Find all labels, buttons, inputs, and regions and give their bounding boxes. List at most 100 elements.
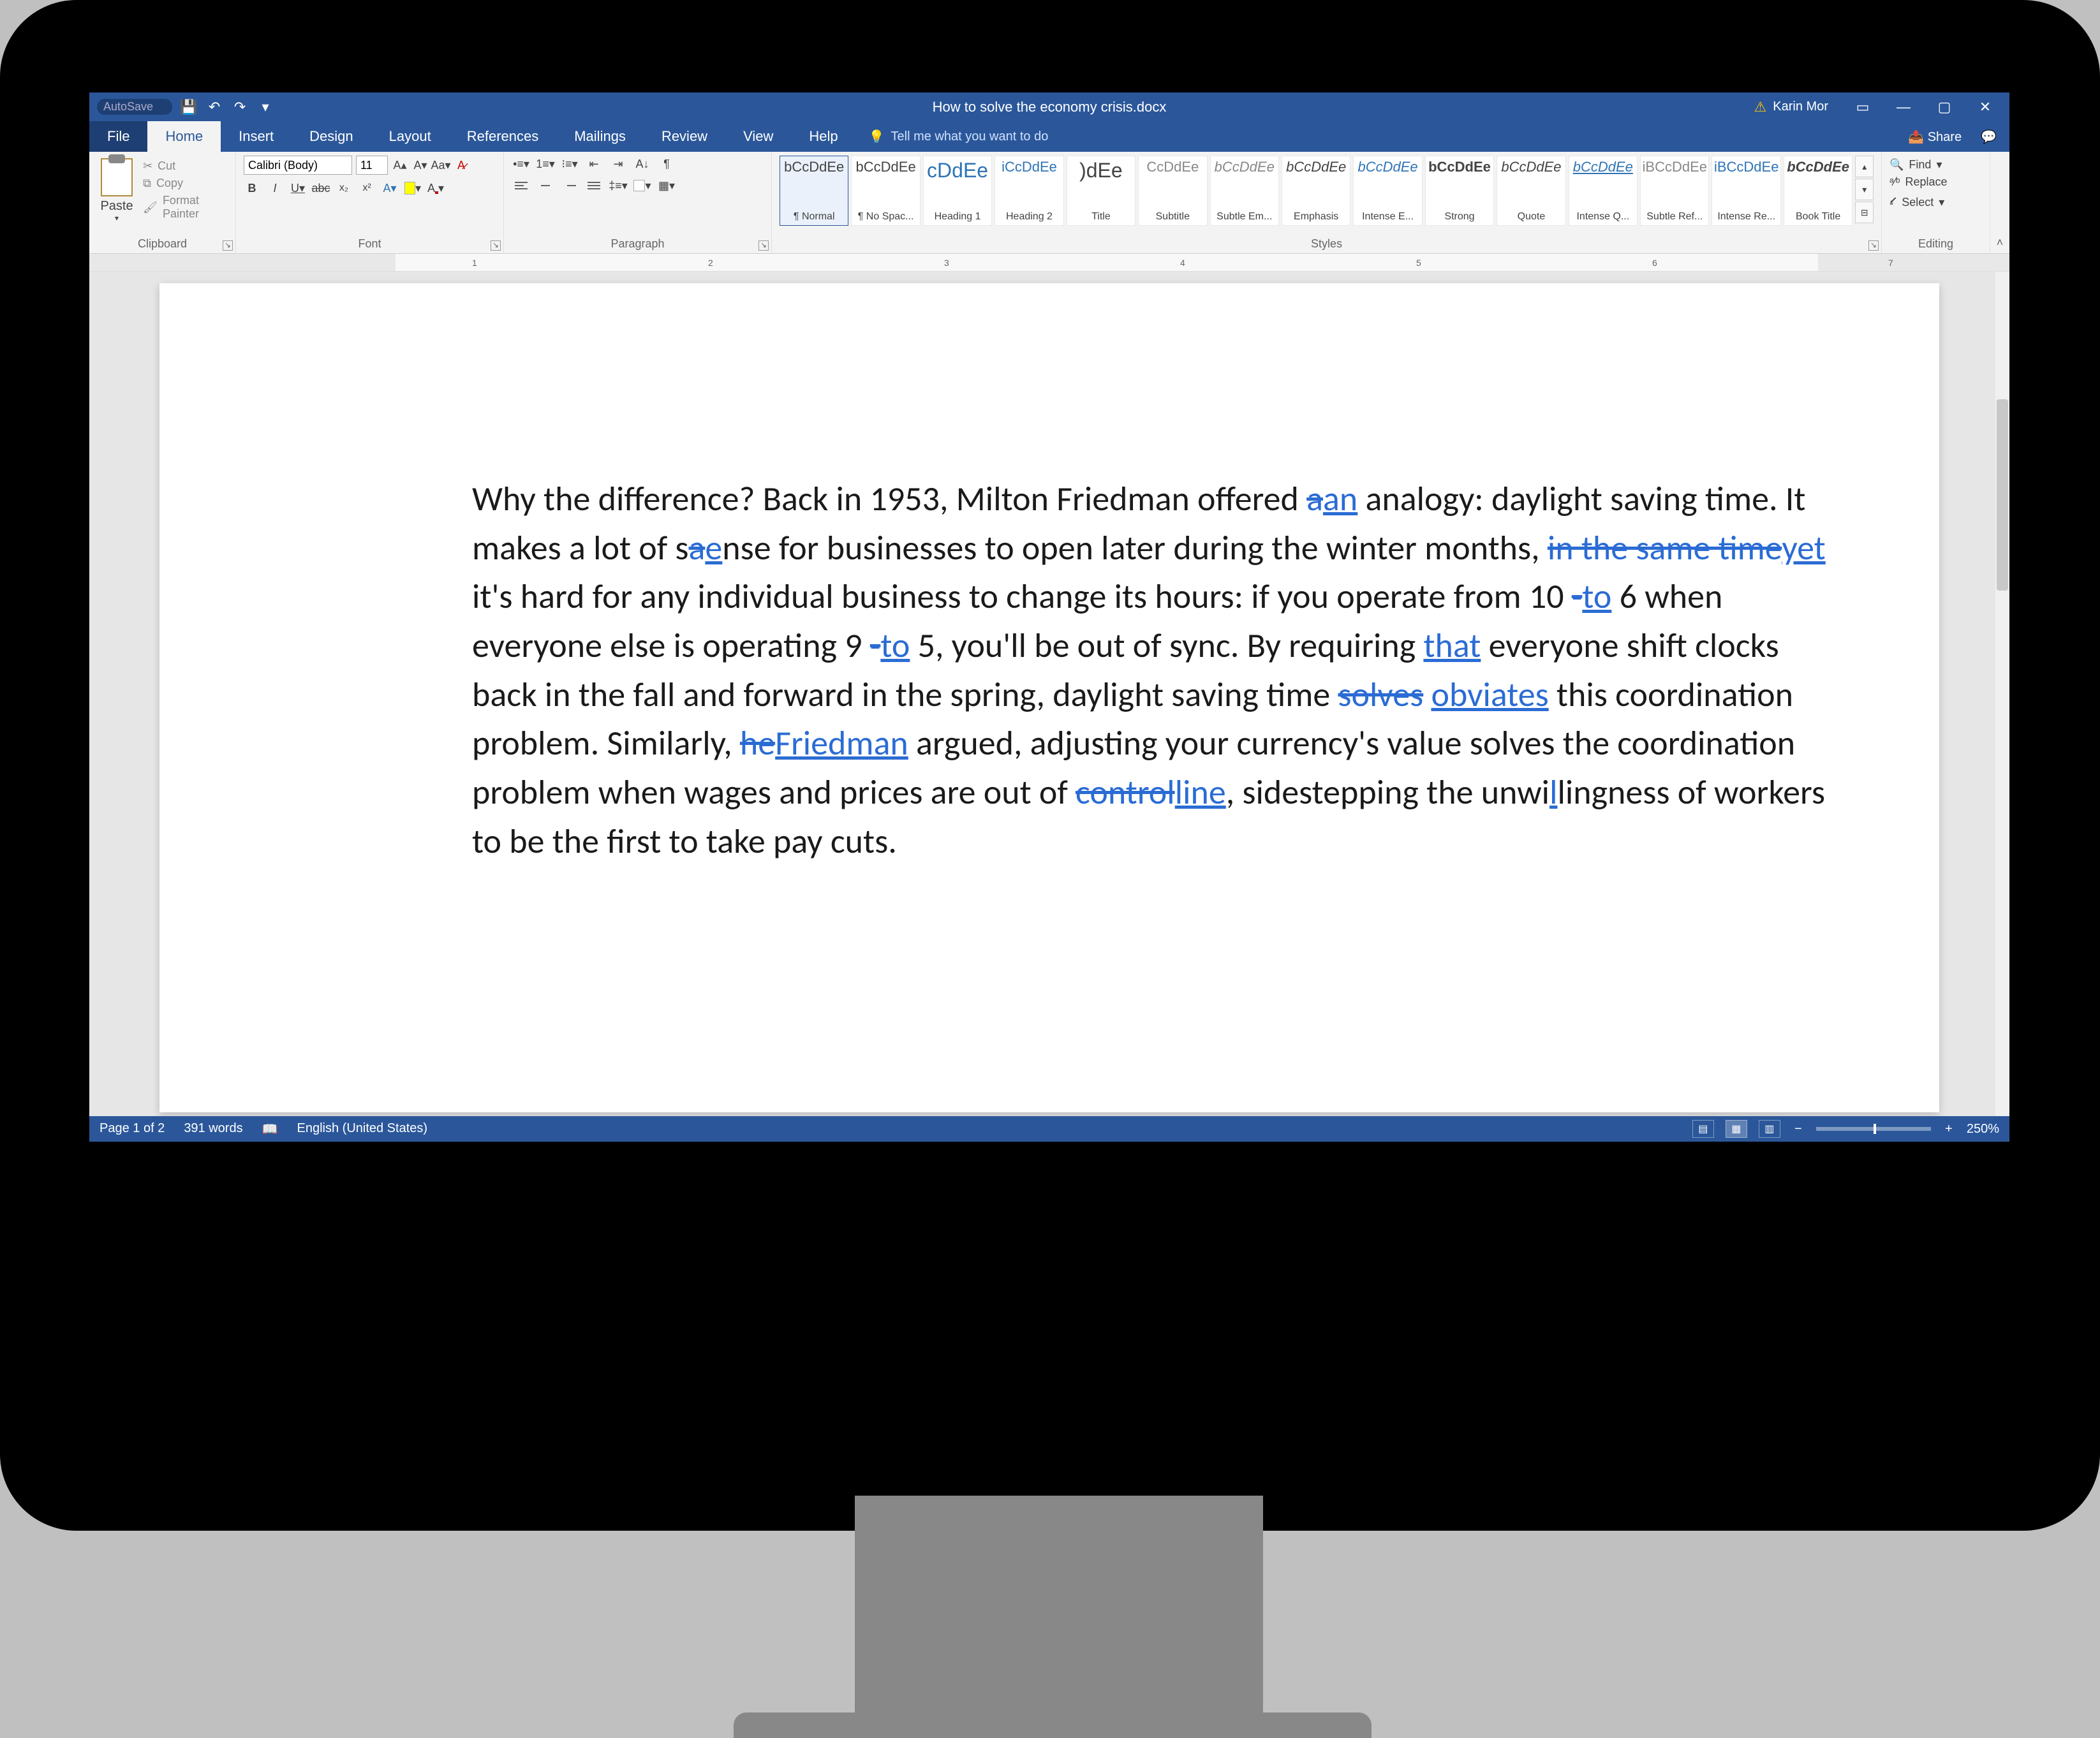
format-painter-button[interactable]: 🖌Format Painter (143, 194, 228, 221)
tab-file[interactable]: File (89, 121, 147, 152)
font-launcher[interactable]: ↘ (491, 240, 501, 251)
font-color-button[interactable]: A▾ (427, 180, 444, 196)
word-count-status[interactable]: 391 words (184, 1121, 242, 1137)
highlight-button[interactable]: ▾ (404, 180, 421, 196)
select-button[interactable]: ⭹Select ▾ (1889, 193, 1982, 212)
strikethrough-button[interactable]: abc (313, 180, 329, 196)
vertical-scrollbar[interactable] (1995, 272, 2009, 1116)
redo-icon[interactable]: ↷ (231, 99, 249, 115)
web-layout-button[interactable]: ▥ (1759, 1120, 1780, 1138)
underline-button[interactable]: U▾ (290, 180, 306, 196)
styles-gallery[interactable]: bCcDdEe¶ NormalbCcDdEe¶ No Spac...cDdEeH… (780, 156, 1852, 226)
multilevel-list-button[interactable]: ⁝≡▾ (560, 156, 579, 172)
undo-icon[interactable]: ↶ (205, 99, 223, 115)
shrink-font-button[interactable]: A▾ (412, 157, 429, 173)
tab-view[interactable]: View (725, 121, 791, 152)
increase-indent-button[interactable]: ⇥ (609, 156, 628, 172)
align-left-button[interactable] (512, 177, 531, 194)
comments-icon[interactable]: 💬 (1981, 129, 1997, 145)
user-name[interactable]: Karin Mor (1773, 99, 1828, 114)
clear-formatting-button[interactable]: A̷ (453, 157, 470, 173)
zoom-slider[interactable] (1816, 1127, 1931, 1131)
tell-me-search[interactable]: 💡 Tell me what you want to do (869, 121, 1049, 152)
qat-customize-icon[interactable]: ▾ (256, 99, 274, 115)
style--normal[interactable]: bCcDdEe¶ Normal (780, 156, 848, 226)
tab-mailings[interactable]: Mailings (556, 121, 644, 152)
show-marks-button[interactable]: ¶ (657, 156, 676, 172)
close-button[interactable]: ✕ (1966, 92, 2004, 121)
print-layout-button[interactable]: ▦ (1726, 1120, 1747, 1138)
tab-references[interactable]: References (449, 121, 557, 152)
style-title[interactable]: )dEeTitle (1067, 156, 1135, 226)
tab-home[interactable]: Home (147, 121, 221, 152)
italic-button[interactable]: I (267, 180, 283, 196)
align-right-button[interactable] (560, 177, 579, 194)
style-heading-1[interactable]: cDdEeHeading 1 (923, 156, 992, 226)
maximize-button[interactable]: ▢ (1925, 92, 1963, 121)
tab-insert[interactable]: Insert (221, 121, 292, 152)
read-mode-button[interactable]: ▤ (1692, 1120, 1714, 1138)
borders-button[interactable]: ▦▾ (657, 177, 676, 194)
tab-review[interactable]: Review (644, 121, 725, 152)
style-quote[interactable]: bCcDdEeQuote (1497, 156, 1565, 226)
decrease-indent-button[interactable]: ⇤ (584, 156, 603, 172)
zoom-out-button[interactable]: − (1792, 1122, 1805, 1137)
style-subtle-em-[interactable]: bCcDdEeSubtle Em... (1210, 156, 1279, 226)
tab-design[interactable]: Design (292, 121, 371, 152)
paste-button[interactable]: Paste ▾ (97, 156, 137, 237)
tab-layout[interactable]: Layout (371, 121, 449, 152)
minimize-button[interactable]: — (1884, 92, 1923, 121)
zoom-slider-thumb[interactable] (1874, 1124, 1876, 1134)
style-subtle-ref-[interactable]: iBCcDdEeSubtle Ref... (1640, 156, 1709, 226)
horizontal-ruler[interactable]: 1234567 (89, 254, 2009, 272)
ribbon-display-options-icon[interactable]: ▭ (1844, 92, 1882, 121)
style-book-title[interactable]: bCcDdEeBook Title (1784, 156, 1852, 226)
zoom-level[interactable]: 250% (1967, 1122, 1999, 1137)
sort-button[interactable]: A↓ (633, 156, 652, 172)
save-icon[interactable]: 💾 (180, 99, 198, 115)
bullets-button[interactable]: •≡▾ (512, 156, 531, 172)
replace-button[interactable]: ᵃ⁄ᵇReplace (1889, 175, 1982, 189)
style-subtitle[interactable]: CcDdEeSubtitle (1138, 156, 1207, 226)
document-area[interactable]: Why the difference? Back in 1953, Milton… (89, 272, 2009, 1116)
cut-button[interactable]: ✂Cut (143, 159, 228, 173)
numbering-button[interactable]: 1≡▾ (536, 156, 555, 172)
line-spacing-button[interactable]: ‡≡▾ (609, 177, 628, 194)
align-center-button[interactable] (536, 177, 555, 194)
language-status[interactable]: English (United States) (297, 1121, 428, 1137)
change-case-button[interactable]: Aa▾ (433, 157, 449, 173)
style-intense-re-[interactable]: iBCcDdEeIntense Re... (1712, 156, 1780, 226)
copy-button[interactable]: ⧉Copy (143, 177, 228, 190)
style--no-spac-[interactable]: bCcDdEe¶ No Spac... (851, 156, 920, 226)
share-button[interactable]: 📤 Share (1908, 129, 1962, 145)
styles-scroll-down[interactable]: ▾ (1855, 179, 1874, 200)
style-intense-e-[interactable]: bCcDdEeIntense E... (1353, 156, 1422, 226)
find-button[interactable]: 🔍Find ▾ (1889, 158, 1982, 172)
tab-help[interactable]: Help (791, 121, 855, 152)
styles-scroll-up[interactable]: ▴ (1855, 156, 1874, 177)
grow-font-button[interactable]: A▴ (392, 157, 408, 173)
font-name-combo[interactable] (244, 156, 352, 175)
style-strong[interactable]: bCcDdEeStrong (1425, 156, 1494, 226)
scrollbar-thumb[interactable] (1997, 399, 2008, 591)
styles-expand[interactable]: ⊟ (1855, 202, 1874, 223)
bold-button[interactable]: B (244, 180, 260, 196)
style-heading-2[interactable]: iCcDdEeHeading 2 (995, 156, 1063, 226)
font-size-combo[interactable] (356, 156, 388, 175)
paragraph-launcher[interactable]: ↘ (758, 240, 769, 251)
document-body-text[interactable]: Why the difference? Back in 1953, Milton… (472, 475, 1837, 865)
styles-launcher[interactable]: ↘ (1868, 240, 1879, 251)
clipboard-launcher[interactable]: ↘ (223, 240, 233, 251)
spell-check-icon[interactable]: 📖 (262, 1121, 278, 1137)
style-emphasis[interactable]: bCcDdEeEmphasis (1282, 156, 1350, 226)
page-number-status[interactable]: Page 1 of 2 (100, 1121, 165, 1137)
subscript-button[interactable]: x₂ (336, 180, 352, 196)
text-effects-button[interactable]: A▾ (381, 180, 398, 196)
zoom-in-button[interactable]: + (1942, 1122, 1955, 1137)
shading-button[interactable]: ▾ (633, 177, 652, 194)
autosave-toggle[interactable]: AutoSave (97, 99, 172, 115)
superscript-button[interactable]: x² (359, 180, 375, 196)
collapse-ribbon-icon[interactable]: ˄ (1997, 236, 2004, 249)
justify-button[interactable] (584, 177, 603, 194)
style-intense-q-[interactable]: bCcDdEeIntense Q... (1569, 156, 1638, 226)
